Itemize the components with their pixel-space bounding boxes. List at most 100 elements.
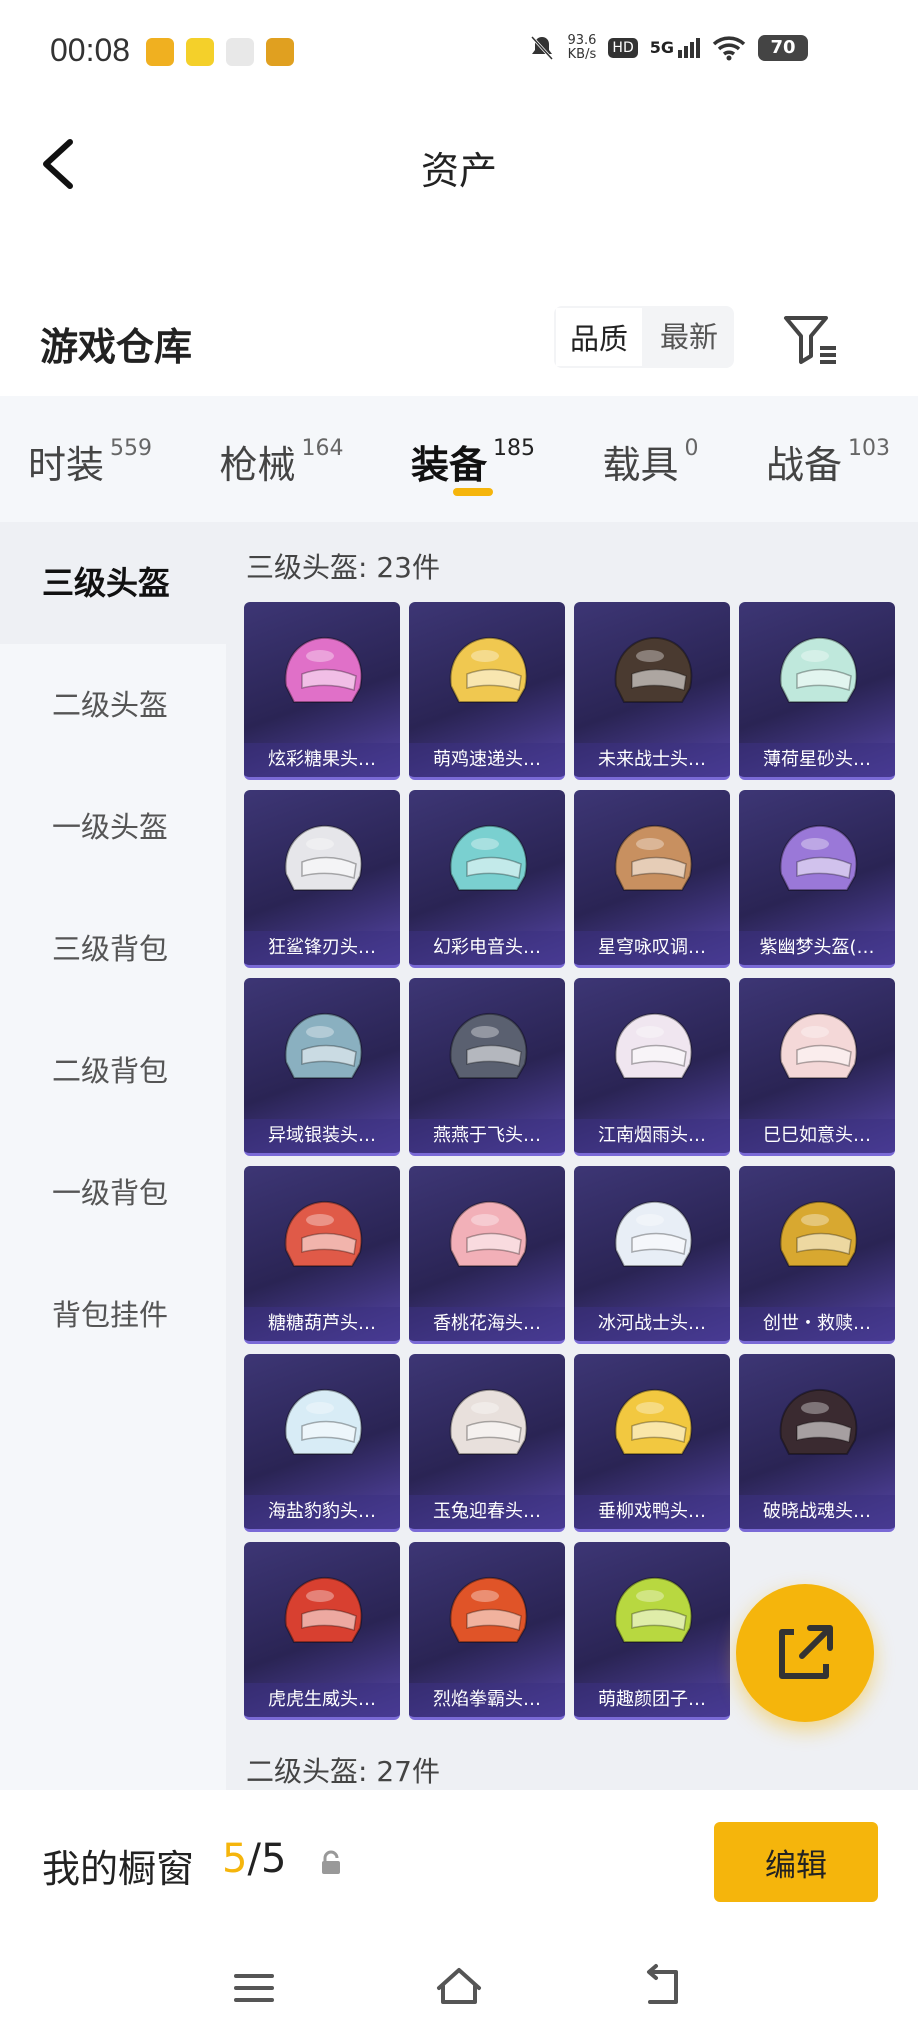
item-name: 燕燕于飞头… <box>409 1119 565 1153</box>
sidebar-item-level3-backpack[interactable]: 三级背包 <box>0 888 226 1010</box>
helmet-icon <box>779 1388 858 1455</box>
item-card[interactable]: 幻彩电音头… <box>409 790 565 968</box>
item-card[interactable]: 江南烟雨头… <box>574 978 730 1156</box>
item-card[interactable]: 糖糖葫芦头… <box>244 1166 400 1344</box>
helmet-icon <box>449 1200 528 1267</box>
tab-label: 装备 <box>410 443 487 487</box>
item-name: 烈焰拳霸头… <box>409 1683 565 1717</box>
tab-count: 185 <box>492 436 535 461</box>
battery-indicator: 70 <box>758 35 808 61</box>
status-time: 00:08 <box>50 32 131 68</box>
tab-supplies[interactable]: 战备 103 <box>766 396 890 522</box>
helmet-icon <box>284 824 363 891</box>
item-name: 糖糖葫芦头… <box>244 1307 400 1341</box>
item-card[interactable]: 薄荷星砂头… <box>739 602 895 780</box>
home-icon[interactable] <box>429 1958 489 2018</box>
sidebar-item-level1-helmet[interactable]: 一级头盔 <box>0 766 226 888</box>
back-icon[interactable] <box>634 1958 694 2018</box>
helmet-icon <box>449 1576 528 1643</box>
lock-icon <box>322 1850 340 1874</box>
item-name: 垂柳戏鸭头… <box>574 1495 730 1529</box>
helmet-icon <box>449 1012 528 1079</box>
item-card[interactable]: 燕燕于飞头… <box>409 978 565 1156</box>
tab-label: 时装 <box>28 443 105 487</box>
warehouse-header: 游戏仓库 品质 最新 <box>0 290 918 386</box>
item-card[interactable]: 虎虎生威头… <box>244 1542 400 1720</box>
filter-icon[interactable] <box>780 310 840 370</box>
item-card[interactable]: 香桃花海头… <box>409 1166 565 1344</box>
item-grid: 炫彩糖果头… 萌鸡速递头… 未来战士头… 薄荷星砂头… 狂鲨锋刃头… 幻彩电音头… 星穹咏叹… <box>244 602 908 1720</box>
item-card[interactable]: 萌趣颜团子… <box>574 1542 730 1720</box>
helmet-icon <box>779 824 858 891</box>
tab-count: 0 <box>684 436 699 461</box>
item-card[interactable]: 垂柳戏鸭头… <box>574 1354 730 1532</box>
helmet-icon <box>449 636 528 703</box>
signal-icon: 5G <box>650 38 700 58</box>
net-speed: 93.6 KB/s <box>567 34 596 62</box>
share-fab[interactable] <box>736 1584 874 1722</box>
sidebar-item-level3-helmet[interactable]: 三级头盔 <box>0 522 226 644</box>
helmet-icon <box>779 1012 858 1079</box>
system-nav-bar <box>0 1936 918 2040</box>
item-card[interactable]: 冰河战士头… <box>574 1166 730 1344</box>
active-tab-indicator <box>452 488 493 496</box>
sidebar-item-level2-backpack[interactable]: 二级背包 <box>0 1010 226 1132</box>
item-name: 冰河战士头… <box>574 1307 730 1341</box>
item-name: 星穹咏叹调… <box>574 931 730 965</box>
item-card[interactable]: 狂鲨锋刃头… <box>244 790 400 968</box>
section-title: 三级头盔: 23件 <box>246 551 440 584</box>
showcase-total: 5 <box>260 1836 287 1882</box>
net-speed-value: 93.6 <box>567 33 597 48</box>
item-card[interactable]: 玉兔迎春头… <box>409 1354 565 1532</box>
page-title: 资产 <box>420 149 497 193</box>
item-name: 异域银装头… <box>244 1119 400 1153</box>
sidebar-item-backpack-charm[interactable]: 背包挂件 <box>0 1254 226 1376</box>
helmet-icon <box>779 1200 858 1267</box>
item-name: 紫幽梦头盔(… <box>739 931 895 965</box>
helmet-icon <box>614 1200 693 1267</box>
showcase-separator: / <box>247 1836 261 1882</box>
item-name: 破晓战魂头… <box>739 1495 895 1529</box>
tab-equipment[interactable]: 装备 185 <box>411 396 535 522</box>
helmet-icon <box>614 1388 693 1455</box>
sort-quality-option[interactable]: 品质 <box>554 306 644 368</box>
item-name: 幻彩电音头… <box>409 931 565 965</box>
item-card[interactable]: 紫幽梦头盔(… <box>739 790 895 968</box>
tab-fashion[interactable]: 时装 559 <box>28 396 152 522</box>
tab-weapons[interactable]: 枪械 164 <box>219 396 343 522</box>
item-name: 玉兔迎春头… <box>409 1495 565 1529</box>
helmet-icon <box>614 1576 693 1643</box>
sidebar: 三级头盔 二级头盔 一级头盔 三级背包 二级背包 一级背包 背包挂件 <box>0 522 226 1790</box>
item-card[interactable]: 萌鸡速递头… <box>409 602 565 780</box>
helmet-icon <box>449 1388 528 1455</box>
item-card[interactable]: 烈焰拳霸头… <box>409 1542 565 1720</box>
edit-button[interactable]: 编辑 <box>714 1822 878 1902</box>
item-card[interactable]: 巳巳如意头… <box>739 978 895 1156</box>
item-card[interactable]: 未来战士头… <box>574 602 730 780</box>
mute-icon <box>531 35 554 61</box>
item-name: 萌趣颜团子… <box>574 1683 730 1717</box>
share-external-icon <box>779 1625 833 1679</box>
item-card[interactable]: 破晓战魂头… <box>739 1354 895 1532</box>
item-name: 未来战士头… <box>574 743 730 777</box>
sort-newest-option[interactable]: 最新 <box>644 306 734 368</box>
showcase-current: 5 <box>222 1836 248 1882</box>
tab-label: 载具 <box>602 443 679 487</box>
status-bar: 00:08 93.6 KB/s HD 5G 70 <box>0 0 918 104</box>
sidebar-item-level2-helmet[interactable]: 二级头盔 <box>0 644 226 766</box>
item-card[interactable]: 异域银装头… <box>244 978 400 1156</box>
item-card[interactable]: 炫彩糖果头… <box>244 602 400 780</box>
menu-icon[interactable] <box>224 1958 284 2018</box>
tab-vehicles[interactable]: 载具 0 <box>602 396 698 522</box>
sidebar-item-level1-backpack[interactable]: 一级背包 <box>0 1132 226 1254</box>
item-name: 创世・救赎… <box>739 1307 895 1341</box>
helmet-icon <box>284 1576 363 1643</box>
wifi-icon <box>712 36 746 61</box>
item-name: 炫彩糖果头… <box>244 743 400 777</box>
item-card[interactable]: 创世・救赎… <box>739 1166 895 1344</box>
helmet-icon <box>449 824 528 891</box>
helmet-icon <box>614 1012 693 1079</box>
helmet-icon <box>614 636 693 703</box>
item-card[interactable]: 星穹咏叹调… <box>574 790 730 968</box>
item-card[interactable]: 海盐豹豹头… <box>244 1354 400 1532</box>
